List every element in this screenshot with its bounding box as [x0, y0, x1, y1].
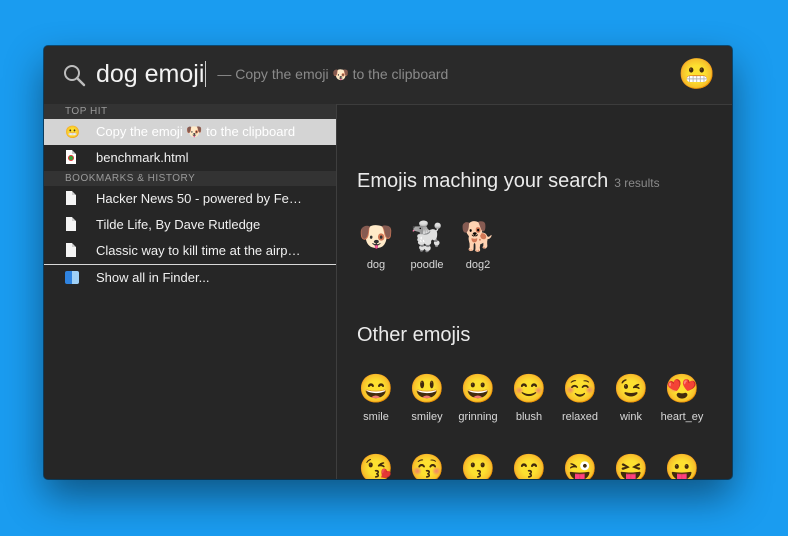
emoji-glyph-icon: 😚: [409, 453, 445, 479]
emoji-label: dog2: [465, 259, 491, 271]
results-list: TOP HIT 😬 Copy the emoji 🐶 to the clipbo…: [44, 104, 337, 479]
show-all-in-finder[interactable]: Show all in Finder...: [44, 265, 336, 291]
grimacing-face-icon: 😬: [65, 125, 80, 139]
emoji-item[interactable]: 😝stuck_ou: [606, 452, 656, 479]
search-icon: [64, 65, 86, 87]
completion-hint: — Copy the emoji 🐶 to the clipboard: [217, 66, 448, 82]
matching-heading: Emojis maching your search 3 results: [357, 170, 660, 193]
emoji-glyph-icon: 😜: [562, 453, 598, 479]
emoji-glyph-icon: 🐶: [358, 221, 394, 252]
emoji-label: wink: [619, 411, 642, 423]
finder-icon: [65, 271, 79, 284]
bookmark-item[interactable]: Hacker News 50 - powered by Fe…: [44, 186, 336, 212]
emoji-glyph-icon: 😛: [664, 453, 700, 479]
emoji-item[interactable]: 😘kissing_l: [351, 452, 401, 479]
emoji-item[interactable]: 😊 blush: [504, 372, 554, 423]
emoji-glyph-icon: 🐕: [460, 221, 496, 252]
top-hit-label-prefix: Copy the emoji: [96, 124, 183, 139]
emoji-item[interactable]: 🐩 poodle: [402, 220, 452, 271]
emoji-item[interactable]: 😜stuck_ou: [555, 452, 605, 479]
results-count: 3 results: [614, 176, 660, 190]
emoji-glyph-icon: 😍: [664, 373, 700, 404]
grimacing-face-icon: 😬: [678, 58, 716, 91]
hint-suffix: to the clipboard: [352, 66, 449, 82]
bookmark-item[interactable]: Tilde Life, By Dave Rutledge: [44, 212, 336, 238]
emoji-item[interactable]: 😉 wink: [606, 372, 656, 423]
section-bookmarks-history: BOOKMARKS & HISTORY: [44, 171, 336, 186]
emoji-glyph-icon: 😉: [613, 373, 649, 404]
emoji-glyph-icon: 🐩: [409, 221, 445, 252]
search-input[interactable]: dog emoji — Copy the emoji 🐶 to the clip…: [96, 59, 448, 90]
emoji-glyph-icon: 😊: [511, 373, 547, 404]
emoji-glyph-icon: 😝: [613, 453, 649, 479]
top-hit-label-suffix: to the clipboard: [206, 124, 296, 139]
spotlight-window: dog emoji — Copy the emoji 🐶 to the clip…: [44, 46, 732, 479]
emoji-item[interactable]: 😀 grinning: [453, 372, 503, 423]
preview-pane: Emojis maching your search 3 results 🐶 dog…: [337, 104, 732, 479]
html-file-icon: [66, 150, 76, 164]
bookmark-label: Hacker News 50 - powered by Fe…: [96, 191, 302, 206]
emoji-item[interactable]: ☺️ relaxed: [555, 372, 605, 423]
emoji-glyph-icon: 😄: [358, 373, 394, 404]
emoji-item[interactable]: 😗kissing: [453, 452, 503, 479]
dog-face-icon: 🐶: [186, 124, 203, 139]
emoji-label: blush: [515, 411, 543, 423]
result-label: benchmark.html: [96, 150, 189, 165]
hint-prefix: — Copy the emoji: [217, 66, 329, 82]
emoji-item[interactable]: 😃 smiley: [402, 372, 452, 423]
emoji-item[interactable]: 🐶 dog: [351, 220, 401, 271]
section-top-hit: TOP HIT: [44, 104, 336, 119]
emoji-item[interactable]: 😛stuck_ou: [657, 452, 707, 479]
emoji-item[interactable]: 😙kissing_s: [504, 452, 554, 479]
document-icon: [66, 243, 76, 257]
document-icon: [66, 217, 76, 231]
dog-face-icon: 🐶: [332, 67, 349, 82]
emoji-glyph-icon: 😙: [511, 453, 547, 479]
search-query: dog emoji: [96, 60, 205, 88]
emoji-item[interactable]: 🐕 dog2: [453, 220, 503, 271]
emoji-item[interactable]: 😍 heart_ey: [657, 372, 707, 423]
emoji-glyph-icon: 😃: [409, 373, 445, 404]
emoji-label: relaxed: [561, 411, 599, 423]
text-caret: [205, 61, 207, 87]
top-hit-row[interactable]: 😬 Copy the emoji 🐶 to the clipboard: [44, 119, 336, 145]
emoji-glyph-icon: 😗: [460, 453, 496, 479]
emoji-glyph-icon: 😘: [358, 453, 394, 479]
matching-title: Emojis maching your search: [357, 170, 609, 192]
show-all-label: Show all in Finder...: [96, 270, 210, 285]
emoji-label: poodle: [410, 259, 444, 271]
emoji-label: grinning: [458, 411, 498, 423]
other-emojis-heading: Other emojis: [357, 324, 471, 346]
emoji-label: dog: [366, 259, 386, 271]
emoji-glyph-icon: ☺️: [562, 373, 598, 404]
result-benchmark[interactable]: benchmark.html: [44, 145, 336, 171]
emoji-glyph-icon: 😀: [460, 373, 496, 404]
emoji-item[interactable]: 😄 smile: [351, 372, 401, 423]
bookmark-label: Classic way to kill time at the airp…: [96, 243, 301, 258]
emoji-label: smiley: [411, 411, 443, 423]
document-icon: [66, 191, 76, 205]
emoji-label: smile: [363, 411, 389, 423]
emoji-item[interactable]: 😚kissing_c: [402, 452, 452, 479]
bookmark-label: Tilde Life, By Dave Rutledge: [96, 217, 261, 232]
bookmark-item[interactable]: Classic way to kill time at the airp…: [44, 238, 336, 264]
emoji-label: heart_ey: [660, 411, 704, 423]
search-bar[interactable]: dog emoji — Copy the emoji 🐶 to the clip…: [44, 46, 732, 105]
